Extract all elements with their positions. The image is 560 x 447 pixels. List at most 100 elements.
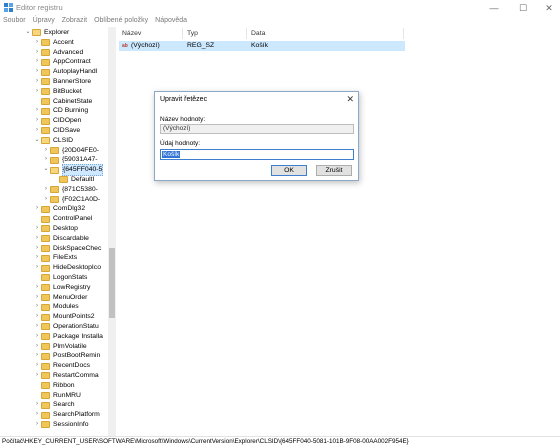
tree-item[interactable]: LogonStats: [33, 273, 87, 283]
chevron-right-icon[interactable]: ›: [33, 87, 41, 97]
registry-app-icon: [4, 3, 13, 12]
folder-icon: [41, 235, 50, 243]
tree-item[interactable]: › PlmVolatile: [33, 342, 87, 352]
chevron-down-icon[interactable]: ⌄: [42, 165, 50, 175]
tree-item[interactable]: › Search: [33, 400, 75, 410]
tree-item[interactable]: › DiskSpaceChec: [33, 244, 101, 254]
chevron-right-icon[interactable]: ›: [33, 244, 41, 254]
chevron-right-icon[interactable]: ›: [33, 77, 41, 87]
chevron-right-icon[interactable]: ›: [33, 106, 41, 116]
chevron-right-icon[interactable]: ›: [33, 116, 41, 126]
minimize-button[interactable]: —: [480, 0, 508, 16]
tree-item[interactable]: › {871C5380-: [42, 185, 98, 195]
tree-item[interactable]: › CIDOpen: [33, 116, 81, 126]
chevron-right-icon[interactable]: ›: [33, 126, 41, 136]
chevron-right-icon[interactable]: ›: [33, 332, 41, 342]
chevron-right-icon[interactable]: ›: [33, 400, 41, 410]
tree-scrollbar-thumb[interactable]: [109, 248, 115, 318]
tree-item[interactable]: › BannerStore: [33, 77, 91, 87]
menu-edit[interactable]: Úpravy: [33, 16, 58, 27]
chevron-right-icon[interactable]: ›: [42, 195, 50, 205]
cancel-button[interactable]: Zrušit: [316, 165, 352, 176]
value-data-input[interactable]: Košík: [160, 149, 354, 160]
menu-file[interactable]: Soubor: [3, 16, 29, 27]
tree-item[interactable]: ControlPanel: [33, 214, 92, 224]
column-divider[interactable]: [246, 28, 247, 39]
tree-item[interactable]: › HideDesktopIco: [33, 263, 101, 273]
close-window-button[interactable]: ✕: [535, 0, 560, 16]
column-header-type[interactable]: Typ: [187, 30, 198, 37]
column-header-name[interactable]: Název: [122, 30, 141, 37]
chevron-right-icon[interactable]: ›: [33, 263, 41, 273]
chevron-right-icon[interactable]: ›: [33, 322, 41, 332]
chevron-right-icon[interactable]: ›: [33, 57, 41, 67]
tree-item[interactable]: RunMRU: [33, 391, 81, 401]
folder-icon: [41, 244, 50, 252]
tree-item[interactable]: › Accent: [33, 38, 74, 48]
tree-item[interactable]: › SearchPlatform: [33, 410, 100, 420]
menu-favorites[interactable]: Oblíbené položky: [94, 16, 151, 27]
maximize-button[interactable]: ☐: [509, 0, 537, 16]
tree-item[interactable]: › Package Installa: [33, 332, 103, 342]
tree-item[interactable]: › LowRegistry: [33, 283, 90, 293]
tree-item[interactable]: › {20D04FE0-: [42, 146, 99, 156]
values-list: Název Typ Data ab (Výchozí) REG_SZ Košík: [117, 27, 560, 436]
tree-item[interactable]: › SessionInfo: [33, 420, 89, 430]
tree-item[interactable]: › CIDSave: [33, 126, 80, 136]
folder-icon: [41, 333, 50, 341]
chevron-right-icon[interactable]: ›: [42, 155, 50, 165]
chevron-right-icon[interactable]: ›: [33, 420, 41, 430]
tree-item[interactable]: Ribbon: [33, 381, 75, 391]
dialog-close-icon[interactable]: ✕: [346, 94, 354, 105]
chevron-right-icon[interactable]: ›: [33, 410, 41, 420]
chevron-right-icon[interactable]: ›: [33, 293, 41, 303]
chevron-right-icon[interactable]: ›: [33, 224, 41, 234]
tree-item[interactable]: › Discardable: [33, 234, 89, 244]
chevron-right-icon[interactable]: ›: [42, 185, 50, 195]
tree-item[interactable]: › Advanced: [33, 48, 83, 58]
chevron-right-icon[interactable]: ›: [33, 312, 41, 322]
tree-item[interactable]: › Modules: [33, 302, 79, 312]
chevron-right-icon[interactable]: ›: [33, 371, 41, 381]
tree-item[interactable]: › RestartComma: [33, 371, 99, 381]
chevron-right-icon[interactable]: ›: [33, 67, 41, 77]
tree-item[interactable]: ⌄ Explorer: [24, 28, 69, 38]
tree-item[interactable]: › FileExts: [33, 253, 77, 263]
menu-help[interactable]: Nápověda: [155, 16, 190, 27]
tree-item[interactable]: › MenuOrder: [33, 293, 87, 303]
tree-item[interactable]: ⌄ {645FF040-5: [42, 164, 104, 176]
tree-item[interactable]: › Desktop: [33, 224, 78, 234]
chevron-right-icon[interactable]: ›: [33, 342, 41, 352]
tree-item[interactable]: › RecentDocs: [33, 361, 90, 371]
tree-item[interactable]: ⌄ CLSID: [33, 136, 73, 146]
chevron-right-icon[interactable]: ›: [33, 234, 41, 244]
tree-scrollbar[interactable]: [108, 27, 116, 436]
tree-item[interactable]: › OperationStatu: [33, 322, 99, 332]
chevron-right-icon[interactable]: ›: [33, 302, 41, 312]
tree-item[interactable]: DefaultI: [51, 175, 94, 185]
tree-item[interactable]: › BitBucket: [33, 87, 82, 97]
tree-item[interactable]: › CD Burning: [33, 106, 88, 116]
chevron-right-icon[interactable]: ›: [33, 204, 41, 214]
chevron-right-icon[interactable]: ›: [33, 253, 41, 263]
chevron-right-icon[interactable]: ›: [33, 351, 41, 361]
tree-item[interactable]: › PostBootRemin: [33, 351, 100, 361]
chevron-down-icon[interactable]: ⌄: [24, 28, 32, 38]
tree-item[interactable]: › MountPoints2: [33, 312, 95, 322]
tree-item[interactable]: CabinetState: [33, 97, 92, 107]
chevron-right-icon[interactable]: ›: [33, 38, 41, 48]
ok-button[interactable]: OK: [271, 165, 307, 176]
tree-item[interactable]: › ComDlg32: [33, 204, 85, 214]
tree-item[interactable]: › AutoplayHandl: [33, 67, 97, 77]
chevron-right-icon[interactable]: ›: [33, 283, 41, 293]
chevron-right-icon[interactable]: ›: [33, 361, 41, 371]
chevron-right-icon[interactable]: ›: [33, 48, 41, 58]
column-divider[interactable]: [182, 28, 183, 39]
column-divider[interactable]: [403, 28, 404, 39]
menu-view[interactable]: Zobrazit: [62, 16, 90, 27]
tree-item[interactable]: › AppContract: [33, 57, 91, 67]
column-header-data[interactable]: Data: [251, 30, 265, 37]
chevron-down-icon[interactable]: ⌄: [33, 136, 41, 146]
chevron-right-icon[interactable]: ›: [42, 146, 50, 156]
tree-item[interactable]: › {F02C1A0D-: [42, 195, 100, 205]
